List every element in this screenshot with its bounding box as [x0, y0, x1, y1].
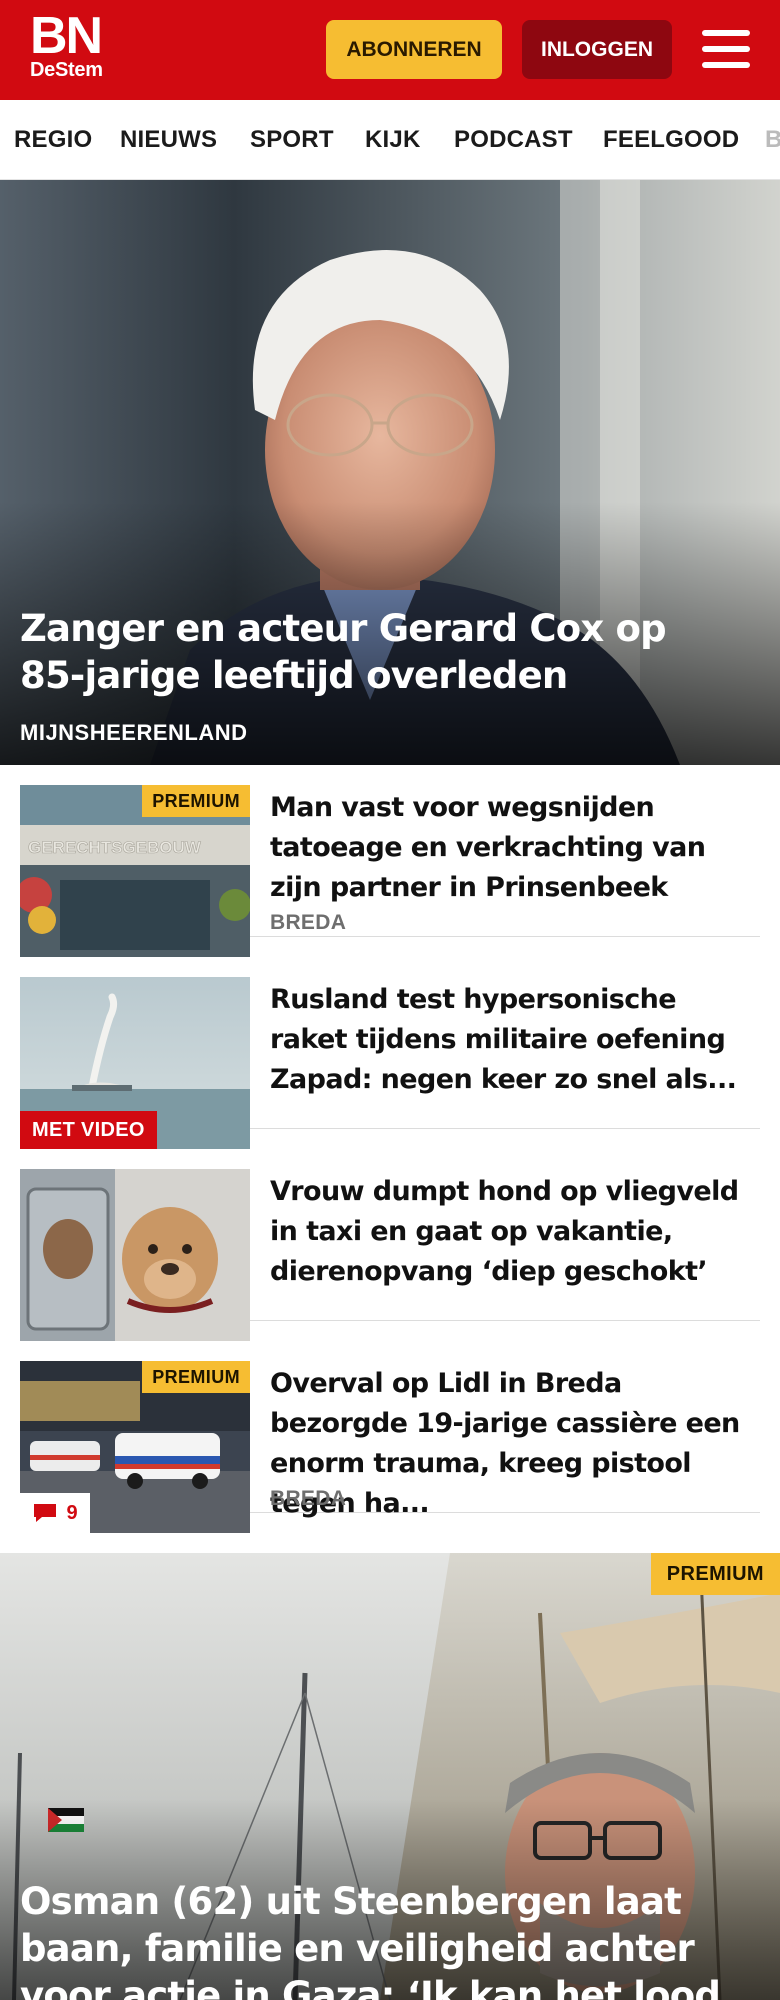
- featured-article[interactable]: PREMIUM Osman (62) uit Steenbergen laat …: [0, 1553, 780, 2000]
- menu-line: [702, 30, 750, 36]
- nav-item-regio[interactable]: REGIO: [14, 100, 92, 179]
- site-logo[interactable]: BN DeStem: [30, 7, 120, 86]
- nav-item-sport[interactable]: SPORT: [250, 100, 334, 179]
- nav-item-partial[interactable]: B: [765, 100, 780, 179]
- login-button[interactable]: INLOGGEN: [522, 20, 672, 79]
- nav-item-kijk[interactable]: KIJK: [365, 100, 420, 179]
- site-header: BN DeStem ABONNEREN INLOGGEN: [0, 0, 780, 100]
- nav-item-feelgood[interactable]: FEELGOOD: [603, 100, 739, 179]
- comments-count[interactable]: 9: [20, 1493, 90, 1533]
- article-headline[interactable]: Vrouw dumpt hond op vliegveld in taxi en…: [270, 1172, 760, 1292]
- featured-headline[interactable]: Osman (62) uit Steenbergen laat baan, fa…: [20, 1878, 770, 2000]
- article-thumbnail: [20, 1169, 250, 1341]
- article-headline[interactable]: Rusland test hypersonische raket tijdens…: [270, 980, 760, 1100]
- logo-bn: BN: [30, 7, 103, 65]
- premium-badge: PREMIUM: [142, 1361, 250, 1393]
- speech-bubble-icon: [34, 1504, 57, 1522]
- hero-headline[interactable]: Zanger en acteur Gerard Cox op 85-jarige…: [20, 605, 740, 699]
- article-item[interactable]: PREMIUM 9 Overval op Lidl in Breda bezor…: [20, 1341, 760, 1533]
- article-headline[interactable]: Man vast voor wegsnijden tatoeage en ver…: [270, 788, 760, 908]
- article-region-tag: BREDA: [270, 1487, 347, 1510]
- article-region-tag: BREDA: [270, 911, 347, 934]
- hamburger-menu-icon[interactable]: [700, 26, 752, 72]
- courthouse-sign-text: GERECHTSGEBOUW: [28, 838, 202, 857]
- hero-article[interactable]: Zanger en acteur Gerard Cox op 85-jarige…: [0, 180, 780, 765]
- logo-destem: DeStem: [30, 59, 103, 81]
- dog-image: [20, 1169, 250, 1341]
- menu-line: [702, 62, 750, 68]
- article-item[interactable]: GERECHTSGEBOUW PREMIUM Man vast voor weg…: [20, 765, 760, 957]
- premium-badge: PREMIUM: [142, 785, 250, 817]
- article-item[interactable]: Vrouw dumpt hond op vliegveld in taxi en…: [20, 1149, 760, 1341]
- nav-item-podcast[interactable]: PODCAST: [454, 100, 573, 179]
- article-thumbnail: GERECHTSGEBOUW PREMIUM: [20, 785, 250, 957]
- nav-item-nieuws[interactable]: NIEUWS: [120, 100, 217, 179]
- article-item[interactable]: MET VIDEO Rusland test hypersonische rak…: [20, 957, 760, 1149]
- menu-line: [702, 46, 750, 52]
- premium-badge: PREMIUM: [650, 1553, 780, 1595]
- hero-region-tag: MIJNSHEERENLAND: [20, 720, 248, 745]
- comments-count-value: 9: [66, 1501, 78, 1524]
- article-thumbnail: MET VIDEO: [20, 977, 250, 1149]
- subscribe-button[interactable]: ABONNEREN: [326, 20, 502, 79]
- section-nav: REGIO NIEUWS SPORT KIJK PODCAST FEELGOOD…: [0, 100, 780, 180]
- article-thumbnail: PREMIUM 9: [20, 1361, 250, 1533]
- video-badge: MET VIDEO: [20, 1111, 157, 1149]
